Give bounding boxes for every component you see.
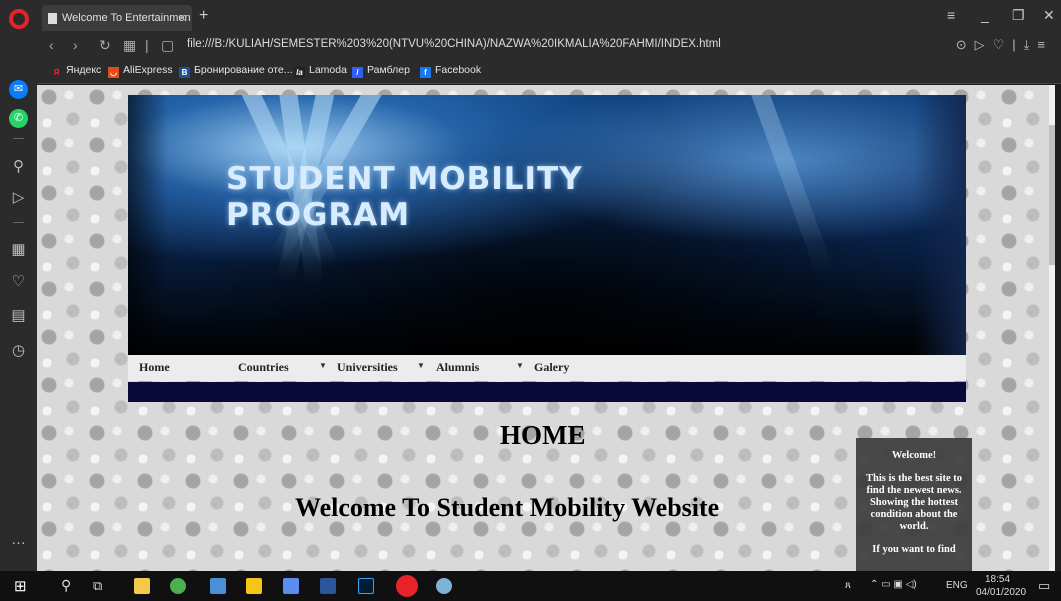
- tab-bar: Welcome To Entertainmen × + ≡ _ ❐ ✕: [37, 0, 1061, 34]
- file-explorer-icon[interactable]: [134, 578, 150, 594]
- new-tab-button[interactable]: +: [199, 7, 208, 25]
- more-icon[interactable]: …: [9, 530, 28, 549]
- notes-icon[interactable]: ▤: [9, 306, 28, 325]
- word-icon[interactable]: [320, 578, 336, 594]
- search-icon[interactable]: ⚲: [9, 157, 28, 176]
- sidebox-body: This is the best site to find the newest…: [866, 473, 962, 532]
- welcome-heading: Welcome To Student Mobility Website: [295, 493, 720, 522]
- tray-icons[interactable]: ⌃ ▭ ▣ ◁): [870, 579, 917, 590]
- minimize-icon[interactable]: _: [981, 7, 989, 23]
- app-icon[interactable]: [283, 578, 299, 594]
- banner-title-line: STUDENT MOBILITY: [226, 161, 583, 197]
- language-indicator[interactable]: ENG: [946, 580, 968, 591]
- page-title: HOME: [500, 420, 586, 450]
- bookmark-lamoda[interactable]: la Lamoda: [294, 64, 347, 78]
- url-field[interactable]: file:///B:/KULIAH/SEMESTER%203%20(NTVU%2…: [187, 38, 721, 50]
- chevron-down-icon[interactable]: ▼: [516, 361, 524, 370]
- bookmark-label: AliExpress: [123, 64, 173, 76]
- history-icon[interactable]: ◷: [9, 341, 28, 360]
- speed-dial-icon[interactable]: ▦: [9, 240, 28, 259]
- browser-tab[interactable]: Welcome To Entertainmen ×: [42, 5, 192, 31]
- header-banner: STUDENT MOBILITY PROGRAM: [128, 95, 966, 355]
- opera-icon[interactable]: [396, 575, 418, 597]
- address-actions[interactable]: ⊙▷♡|⤓≡: [956, 37, 1053, 53]
- chevron-down-icon[interactable]: ▼: [319, 361, 327, 370]
- bookmark-label: Бронирование оте...: [194, 64, 293, 76]
- nav-strip: [128, 382, 966, 402]
- bookmark-label: Facebook: [435, 64, 482, 76]
- notification-icon[interactable]: ▭: [1038, 578, 1050, 594]
- task-view-icon[interactable]: ⧉: [93, 578, 102, 594]
- nav-universities[interactable]: Universities: [337, 360, 398, 375]
- light-ray: [748, 95, 834, 277]
- sidebox-title: Welcome!: [891, 450, 937, 461]
- booking-icon: B: [179, 67, 190, 78]
- sidebar-divider: [13, 222, 24, 223]
- app-icon[interactable]: [436, 578, 452, 594]
- photoshop-icon[interactable]: [358, 578, 374, 594]
- bookmarks-bar: Я Яндекс ◡ AliExpress B Бронирование оте...…: [37, 58, 1061, 84]
- address-bar: ‹ › ↻ ▦ | ▢ file:///B:/KULIAH/SEMESTER%2…: [37, 34, 1061, 58]
- speed-dial-icon[interactable]: ▦: [123, 37, 136, 54]
- bookmark-aliexpress[interactable]: ◡ AliExpress: [108, 64, 173, 78]
- messenger-icon[interactable]: ✉: [9, 80, 28, 99]
- facebook-icon: f: [420, 67, 431, 78]
- bookmark-label: Яндекс: [66, 64, 102, 76]
- file-icon: ▢: [161, 37, 175, 53]
- reload-icon[interactable]: ↻: [99, 37, 111, 54]
- menu-icon[interactable]: ≡: [947, 7, 955, 23]
- whatsapp-icon[interactable]: ✆: [9, 109, 28, 128]
- yandex-icon: Я: [53, 68, 60, 77]
- chrome-icon[interactable]: [170, 578, 186, 594]
- bookmark-label: Рамблер: [367, 64, 410, 76]
- page-scrollbar[interactable]: [1049, 85, 1055, 571]
- bookmark-booking[interactable]: B Бронирование оте...: [179, 64, 293, 78]
- nav-countries[interactable]: Countries: [238, 360, 289, 375]
- web-page: STUDENT MOBILITY PROGRAM Home Countries …: [37, 85, 1055, 571]
- send-icon[interactable]: ▷: [9, 188, 28, 207]
- lamoda-icon: la: [294, 67, 305, 78]
- tab-title: Welcome To Entertainmen: [62, 12, 191, 24]
- aliexpress-icon: ◡: [108, 67, 119, 78]
- banner-edge: [128, 95, 168, 355]
- banner-edge: [914, 95, 966, 355]
- site-nav: Home Countries ▼ Universities ▼ Alumnis …: [128, 355, 966, 381]
- separator: |: [145, 37, 149, 53]
- back-icon[interactable]: ‹: [49, 37, 54, 53]
- clock-time[interactable]: 18:54: [985, 574, 1010, 585]
- bookmark-yandex[interactable]: Я Яндекс: [51, 64, 102, 78]
- scrollbar-thumb[interactable]: [1049, 125, 1055, 265]
- people-icon[interactable]: ጸ: [845, 580, 851, 591]
- bookmark-label: Lamoda: [309, 64, 347, 76]
- close-tab-icon[interactable]: ×: [178, 5, 186, 31]
- page-icon: [48, 13, 57, 24]
- bookmark-facebook[interactable]: f Facebook: [420, 64, 481, 78]
- chevron-down-icon[interactable]: ▼: [417, 361, 425, 370]
- sticky-notes-icon[interactable]: [246, 578, 262, 594]
- restore-icon[interactable]: ❐: [1012, 7, 1025, 24]
- banner-title-line: PROGRAM: [226, 197, 411, 233]
- rambler-icon: /: [352, 67, 363, 78]
- opera-sidebar: ✉ ✆ ⚲ ▷ ▦ ♡ ▤ ◷ …: [0, 0, 37, 571]
- forward-icon[interactable]: ›: [73, 37, 78, 53]
- nav-home[interactable]: Home: [139, 360, 170, 375]
- banner-title: STUDENT MOBILITY PROGRAM: [226, 161, 583, 233]
- bookmark-rambler[interactable]: / Рамблер: [352, 64, 410, 78]
- opera-logo-icon[interactable]: [9, 9, 29, 29]
- clock-date[interactable]: 04/01/2020: [976, 587, 1026, 598]
- sidebox-more: If you want to find: [872, 544, 956, 555]
- windows-taskbar: ⊞ ⚲ ⧉ ጸ ⌃ ▭ ▣ ◁) ENG 18:54 04/01/2020 ▭: [0, 571, 1061, 601]
- nav-galery[interactable]: Galery: [534, 360, 569, 375]
- welcome-sidebox: Welcome! This is the best site to find t…: [856, 438, 972, 571]
- nav-alumnis[interactable]: Alumnis: [436, 360, 479, 375]
- search-icon[interactable]: ⚲: [61, 577, 71, 594]
- app-icon[interactable]: [210, 578, 226, 594]
- sidebar-divider: [13, 138, 24, 139]
- heart-icon[interactable]: ♡: [9, 272, 28, 291]
- windows-start-icon[interactable]: ⊞: [14, 577, 27, 595]
- close-window-icon[interactable]: ✕: [1043, 7, 1055, 24]
